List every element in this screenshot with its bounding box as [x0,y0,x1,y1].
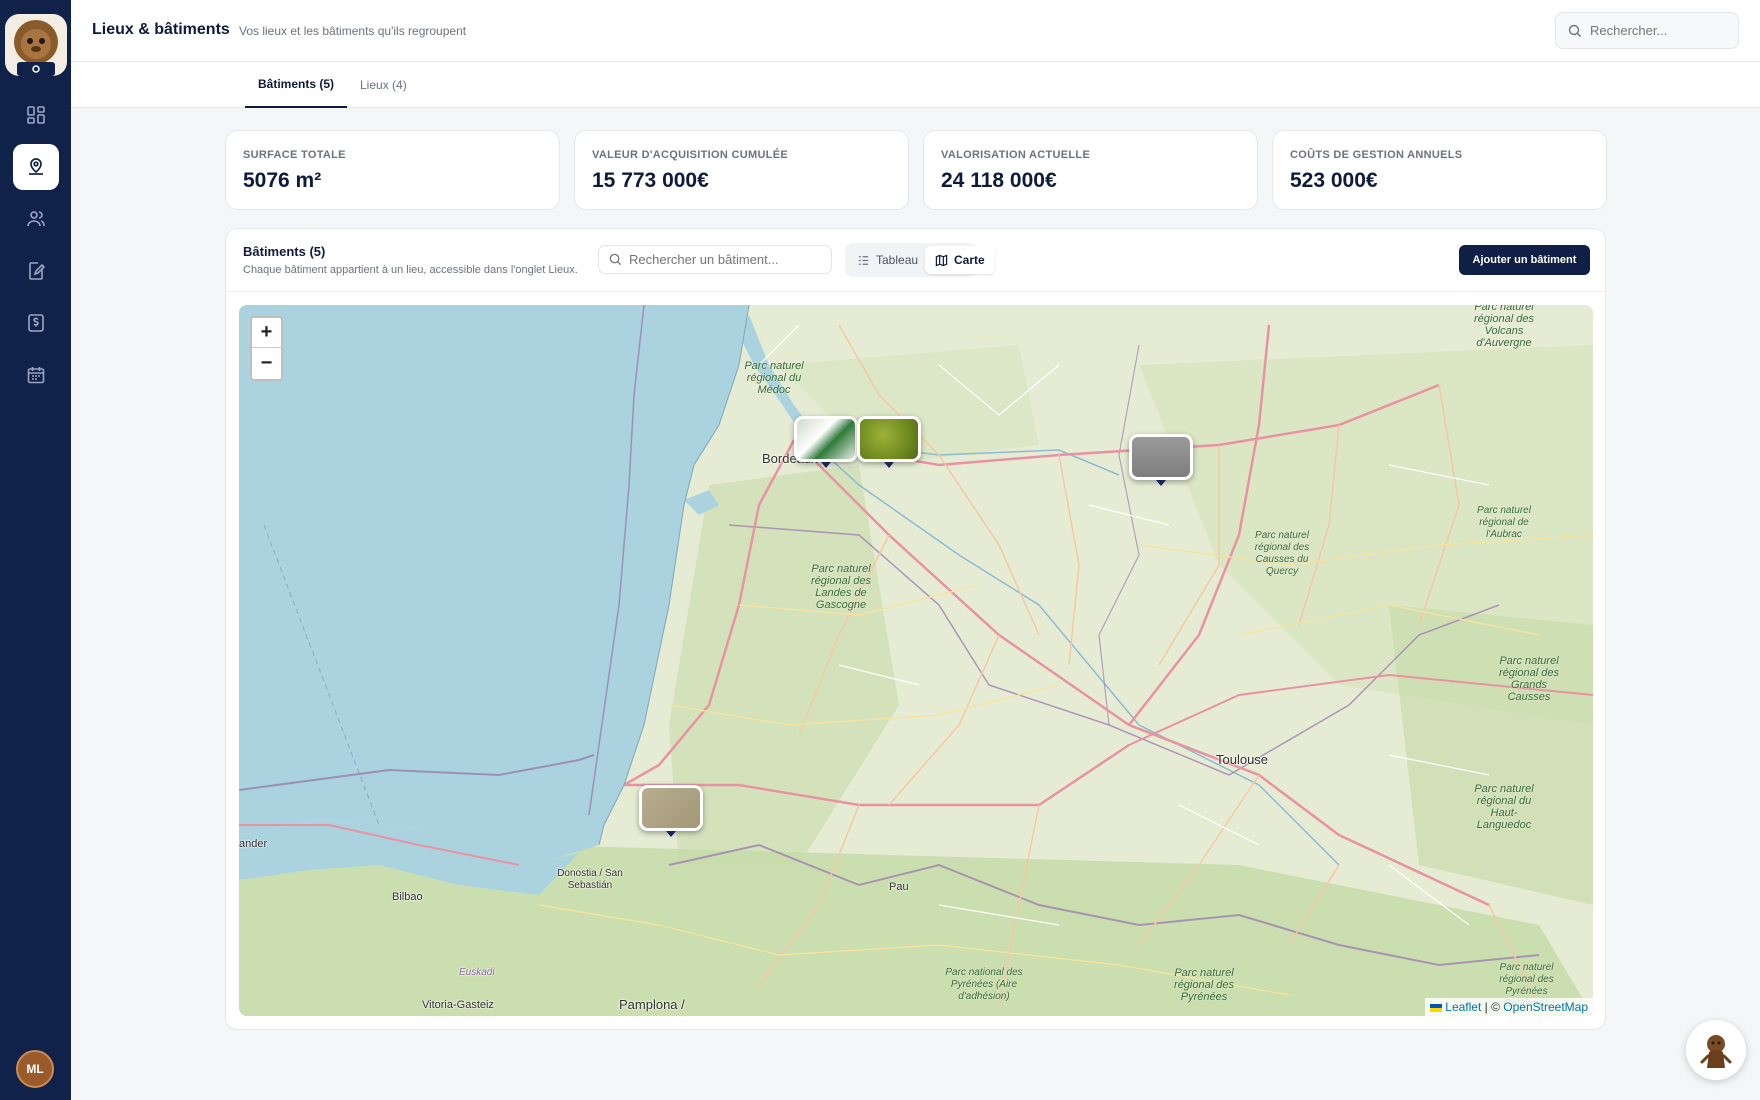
page-title: Lieux & bâtiments [92,21,230,38]
building-marker[interactable] [794,416,858,468]
building-marker[interactable] [1129,434,1193,486]
tab-buildings[interactable]: Bâtiments (5) [245,62,348,108]
assistant-button[interactable] [1686,1020,1746,1080]
map-zoom-control: + − [250,316,283,381]
map-park-haut-languedoc: Parc naturel régional du Haut-Languedoc [1474,783,1534,831]
view-table-button[interactable]: Tableau [847,246,928,274]
nav-people[interactable] [13,196,59,242]
kpi-value: 5076 m² [243,169,322,192]
nav-finance[interactable] [13,300,59,346]
zoom-in-button[interactable]: + [252,318,281,348]
kpi-value: 15 773 000€ [592,169,709,192]
map-label-donostia: Donostia / San Sebastián [557,868,623,891]
buildings-map[interactable]: Bordeaux Toulouse Donostia / San Sebasti… [239,305,1593,1016]
top-header: Lieux & bâtiments Vos lieux et les bâtim… [71,0,1760,62]
kpi-value: 523 000€ [1290,169,1378,192]
kpi-total-surface: SURFACE TOTALE 5076 m² [225,130,560,210]
sidebar: ML [0,0,71,1100]
view-table-label: Tableau [876,253,919,267]
buildings-panel: Bâtiments (5) Chaque bâtiment appartient… [225,228,1606,1030]
map-label-bilbao: Bilbao [392,891,423,903]
osm-link[interactable]: OpenStreetMap [1503,1000,1588,1014]
kpi-current-valuation: VALORISATION ACTUELLE 24 118 000€ [923,130,1258,210]
map-park-medoc: Parc naturel régional du Médoc [744,360,804,396]
view-map-label: Carte [954,253,985,267]
kpi-acquisition-value: VALEUR D'ACQUISITION CUMULÉE 15 773 000€ [574,130,909,210]
document-edit-icon [29,262,46,280]
user-avatar[interactable]: ML [16,1050,54,1088]
map-park-grands-causses: Parc naturel régional des Grands Causses [1499,655,1559,703]
zoom-out-button[interactable]: − [252,348,281,378]
global-search[interactable] [1555,12,1739,49]
add-building-button[interactable]: Ajouter un bâtiment [1459,245,1590,275]
map-icon [935,253,948,267]
view-toggle: Tableau Carte [845,243,995,277]
users-icon [27,211,45,227]
global-search-input[interactable] [1590,23,1730,38]
leaflet-link[interactable]: Leaflet [1445,1000,1481,1014]
attribution-separator: | © [1481,1000,1504,1014]
map-park-national-pyrenees: Parc national des Pyrénées (Aire d'adhés… [945,967,1023,1002]
building-marker[interactable] [639,785,703,837]
map-park-landes: Parc naturel régional des Landes de Gasc… [811,563,871,611]
app-logo[interactable] [5,14,67,76]
nav-contracts[interactable] [13,248,59,294]
buildings-panel-header: Bâtiments (5) Chaque bâtiment appartient… [226,229,1605,292]
tab-places[interactable]: Lieux (4) [360,62,407,108]
kpi-management-costs: COÛTS DE GESTION ANNUELS 523 000€ [1272,130,1607,210]
map-attribution: Leaflet | © OpenStreetMap [1424,998,1593,1016]
map-label-pau: Pau [889,881,909,893]
view-map-button[interactable]: Carte [925,246,995,274]
map-label-ander: ander [239,838,268,850]
search-icon [1568,24,1581,37]
nav-calendar[interactable] [13,352,59,398]
kpi-value: 24 118 000€ [941,169,1057,192]
tab-bar: Bâtiments (5) Lieux (4) [71,62,1760,108]
buildings-subtitle: Chaque bâtiment appartient à un lieu, ac… [243,264,578,276]
kpi-label: COÛTS DE GESTION ANNUELS [1290,149,1463,161]
buildings-title: Bâtiments (5) [243,244,326,259]
kpi-label: VALEUR D'ACQUISITION CUMULÉE [592,149,788,161]
kpi-label: SURFACE TOTALE [243,149,346,161]
building-search[interactable] [598,245,832,274]
invoice-dollar-icon [28,314,44,332]
map-label-toulouse: Toulouse [1216,752,1269,767]
building-marker[interactable] [857,416,921,468]
map-label-vitoria: Vitoria-Gasteiz [422,999,494,1011]
ukraine-flag-icon [1429,1003,1442,1012]
map-park-volcans: Parc naturel régional des Volcans d'Auve… [1474,305,1534,349]
mascot-logo-icon [14,20,58,76]
map-tiles [239,305,1593,1016]
list-icon [858,255,869,265]
page-subtitle: Vos lieux et les bâtiments qu'ils regrou… [239,24,467,38]
building-search-input[interactable] [629,252,819,267]
map-park-pyrenees: Parc naturel régional des Pyrénées [1174,967,1234,1003]
kpi-label: VALORISATION ACTUELLE [941,149,1091,161]
map-pin-icon [29,158,43,175]
calendar-icon [27,367,45,384]
nav-places[interactable] [13,144,59,190]
mascot-icon [1700,1035,1732,1068]
map-park-quercy: Parc naturel régional des Causses du Que… [1254,530,1310,577]
dashboard-icon [27,106,45,124]
search-icon [609,253,622,266]
map-park-aubrac: Parc naturel régional de l'Aubrac [1477,505,1531,540]
map-label-euskadi: Euskadi [459,967,495,978]
map-label-pamplona: Pamplona / [619,997,685,1012]
nav-dashboard[interactable] [13,92,59,138]
